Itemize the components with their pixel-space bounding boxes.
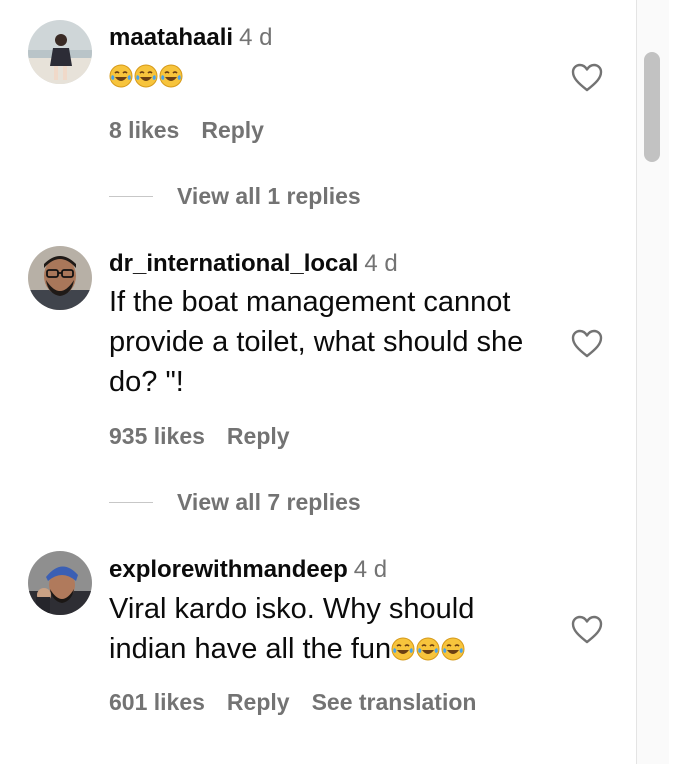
heart-outline-icon[interactable] [570,614,604,646]
emoji-face-with-tears-of-joy-icon [391,633,466,665]
comment-item: explorewithmandeep 4 d Viral kardo isko. … [0,0,636,764]
reply-button[interactable]: Reply [227,689,290,715]
see-translation-button[interactable]: See translation [312,689,477,715]
scrollbar-thumb[interactable] [644,52,660,162]
comments-list: maatahaali 4 d 8 likes Reply View all 1 re… [0,0,636,764]
avatar[interactable] [28,551,92,615]
comment-username[interactable]: explorewithmandeep [109,556,348,583]
comment-timestamp: 4 d [353,556,388,583]
comment-meta: 601 likes Reply See translation [109,687,498,717]
comment-text: Viral kardo isko. Why should indian have… [109,589,539,669]
likes-count[interactable]: 601 likes [109,689,205,715]
